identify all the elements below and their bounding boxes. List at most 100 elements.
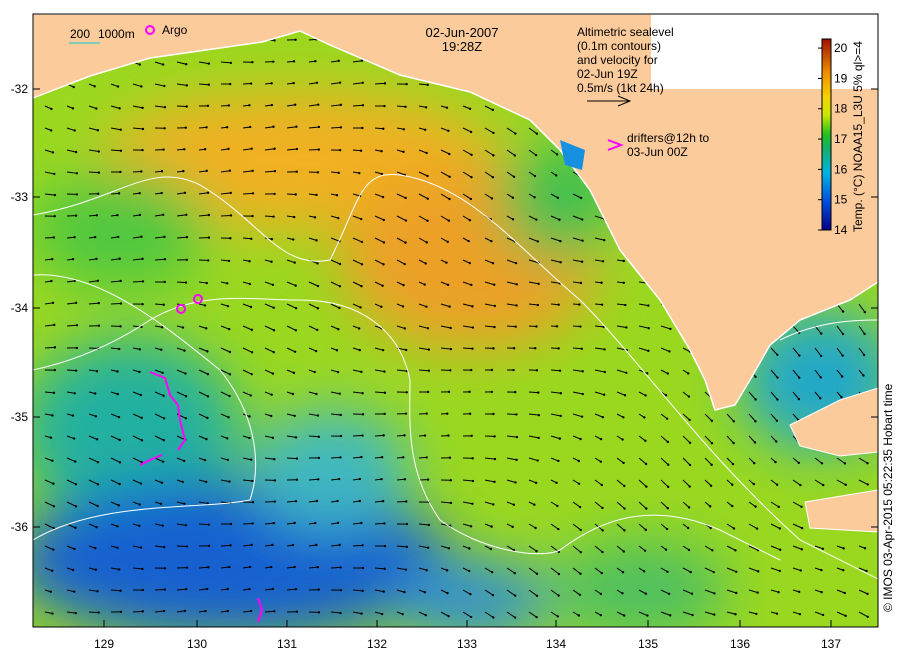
velocity-arrow-head: [271, 544, 273, 546]
velocity-arrow-head: [449, 369, 451, 371]
velocity-arrow-head: [138, 525, 140, 527]
velocity-arrow-head: [119, 439, 121, 441]
velocity-arrow-head: [819, 397, 821, 399]
lat-tick-label: -33: [11, 190, 29, 204]
velocity-arrow-head: [228, 104, 230, 106]
velocity-arrow-head: [205, 126, 207, 128]
velocity-arrow-head: [96, 590, 98, 592]
map-area[interactable]: [10, 14, 900, 640]
velocity-arrow-head: [623, 260, 625, 262]
velocity-arrow-head: [95, 107, 97, 109]
velocity-arrow-head: [425, 456, 427, 458]
velocity-arrow-head: [270, 566, 272, 568]
velocity-arrow-head: [601, 572, 603, 574]
velocity-arrow-head: [140, 236, 142, 238]
velocity-arrow-head: [315, 544, 317, 546]
velocity-arrow-head: [382, 263, 384, 265]
velocity-arrow-head: [427, 478, 429, 480]
velocity-arrow-head: [798, 398, 800, 400]
velocity-arrow-head: [602, 416, 604, 418]
velocity-arrow-head: [557, 615, 559, 617]
velocity-arrow-head: [601, 484, 603, 486]
velocity-arrow-head: [161, 326, 163, 328]
velocity-arrow-head: [228, 260, 230, 262]
velocity-arrow-head: [491, 197, 493, 199]
velocity-arrow-head: [666, 528, 668, 530]
velocity-arrow-head: [336, 500, 338, 502]
velocity-arrow-head: [515, 262, 517, 264]
velocity-arrow-head: [118, 416, 120, 418]
velocity-arrow-head: [208, 523, 210, 525]
velocity-arrow-head: [116, 547, 118, 549]
velocity-arrow-head: [50, 591, 52, 593]
velocity-arrow-head: [798, 377, 800, 379]
velocity-arrow: [111, 193, 119, 194]
velocity-arrow-head: [446, 569, 448, 571]
velocity-arrow-head: [184, 372, 186, 374]
velocity-arrow-head: [186, 84, 188, 86]
velocity-arrow-head: [666, 571, 668, 573]
velocity-arrow-head: [164, 281, 166, 283]
velocity-arrow-head: [160, 192, 162, 194]
velocity-arrow-head: [338, 544, 340, 546]
velocity-arrow-head: [492, 503, 494, 505]
velocity-arrow-head: [578, 460, 580, 462]
velocity-arrow-head: [491, 391, 493, 393]
velocity-arrow: [199, 524, 209, 525]
velocity-arrow-head: [581, 370, 583, 372]
velocity-arrow-head: [667, 441, 669, 443]
velocity-arrow-head: [208, 83, 210, 85]
velocity-arrow-head: [622, 571, 624, 573]
velocity-arrow-head: [665, 548, 667, 550]
velocity-arrow: [45, 347, 55, 348]
velocity-arrow-head: [54, 194, 56, 196]
velocity-arrow-head: [401, 613, 403, 615]
velocity-arrow-head: [207, 192, 209, 194]
velocity-arrow-head: [688, 506, 690, 508]
velocity-arrow-head: [381, 456, 383, 458]
velocity-arrow-head: [52, 482, 54, 484]
velocity-arrow-head: [491, 369, 493, 371]
velocity-arrow-head: [447, 130, 449, 132]
velocity-arrow-head: [119, 128, 121, 130]
velocity-arrow-head: [361, 434, 363, 436]
velocity-arrow-head: [492, 262, 494, 264]
velocity-arrow-head: [557, 460, 559, 462]
velocity-arrow-head: [711, 549, 713, 551]
velocity-arrow-head: [822, 484, 824, 486]
velocity-arrow-head: [164, 258, 166, 260]
velocity-arrow-head: [514, 616, 516, 618]
velocity-arrow-head: [207, 373, 209, 375]
velocity-arrow-head: [274, 170, 276, 172]
velocity-arrow-head: [251, 351, 253, 353]
velocity-arrow-head: [623, 614, 625, 616]
velocity-arrow-head: [185, 588, 187, 590]
velocity-arrow-head: [314, 371, 316, 373]
velocity-arrow-head: [163, 417, 165, 419]
velocity-arrow-head: [360, 218, 362, 220]
velocity-arrow-head: [53, 505, 55, 507]
velocity-arrow-head: [53, 392, 55, 394]
velocity-arrow-head: [72, 107, 74, 109]
velocity-arrow-head: [490, 525, 492, 527]
velocity-arrow-head: [472, 480, 474, 482]
velocity-arrow-head: [688, 419, 690, 421]
velocity-arrow-head: [140, 546, 142, 548]
velocity-arrow-head: [182, 170, 184, 172]
velocity-arrow-head: [798, 354, 800, 356]
velocity-arrow-head: [293, 522, 295, 524]
velocity-arrow-head: [865, 570, 867, 572]
velocity-arrow-head: [293, 261, 295, 263]
velocity-arrow-head: [404, 241, 406, 243]
velocity-arrow-head: [603, 394, 605, 396]
velocity-arrow-head: [142, 128, 144, 130]
velocity-arrow-head: [294, 39, 296, 41]
velocity-arrow: [177, 282, 186, 283]
velocity-arrow-head: [95, 569, 97, 571]
velocity-arrow-head: [315, 393, 317, 395]
velocity-arrow-head: [513, 504, 515, 506]
velocity-arrow-head: [558, 573, 560, 575]
colorbar-tick-label: 19: [834, 71, 848, 85]
velocity-arrow-head: [515, 304, 517, 306]
velocity-arrow-head: [186, 566, 188, 568]
